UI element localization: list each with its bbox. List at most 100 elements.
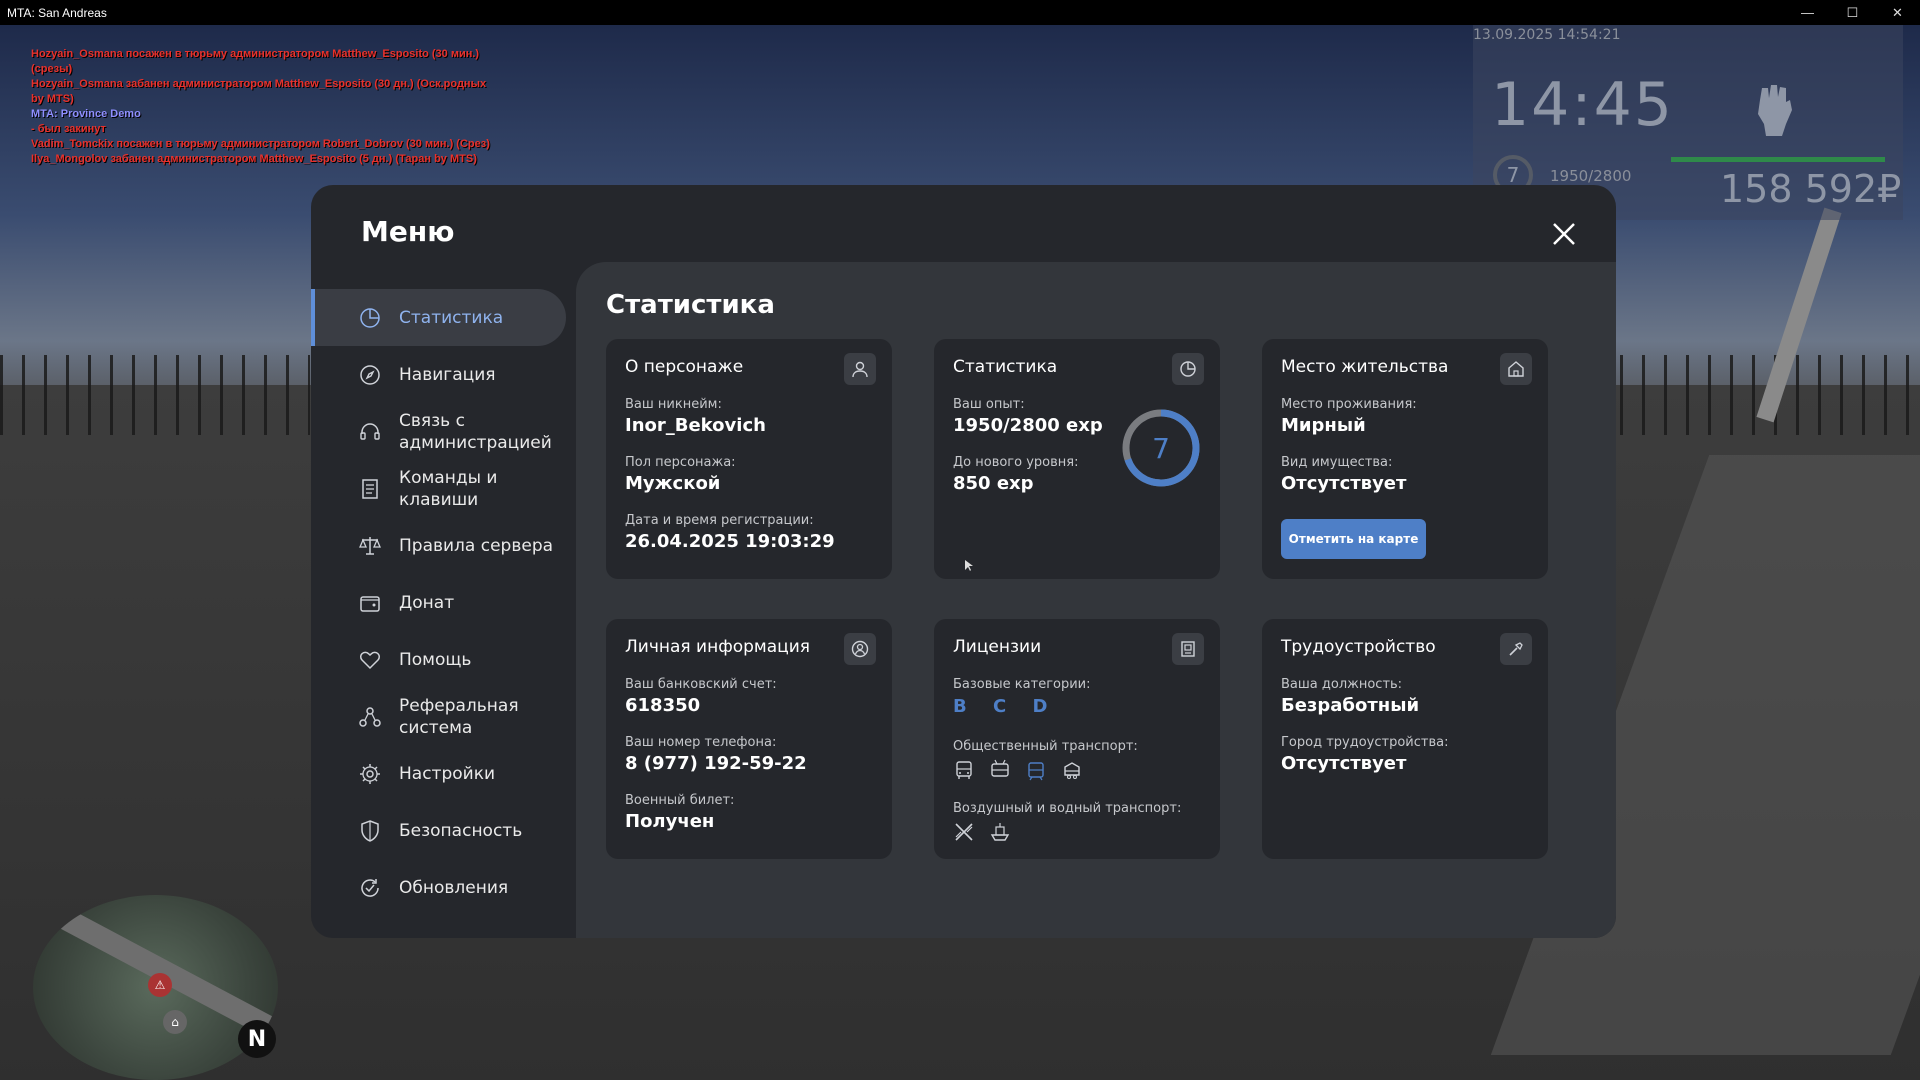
chat-line: - был закинут xyxy=(31,123,106,135)
hud-level: 7 xyxy=(1507,163,1520,187)
gender-value: Мужской xyxy=(625,473,721,494)
next-level-value: 850 exp xyxy=(953,473,1034,494)
sidebar-item-label: Настройки xyxy=(399,763,496,784)
nickname-label: Ваш никнейм: xyxy=(625,397,722,412)
hud-datetime: 13.09.2025 14:54:21 xyxy=(1473,27,1621,43)
chat-line: Hozyain_Osmana забанен администратором M… xyxy=(31,78,487,105)
sidebar-item-label: Команды и клавиши xyxy=(399,467,498,510)
next-level-label: До нового уровня: xyxy=(953,455,1079,470)
character-card-title: О персонаже xyxy=(625,357,744,377)
position-label: Ваша должность: xyxy=(1281,677,1403,692)
document-icon xyxy=(358,477,382,501)
property-label: Вид имущества: xyxy=(1281,455,1393,470)
sidebar-item-label: Помощь xyxy=(399,649,472,670)
fist-icon xyxy=(1758,85,1792,136)
military-value: Получен xyxy=(625,811,715,832)
menu-sidebar: Статистика Навигация Связь с администрацие… xyxy=(311,289,571,916)
heart-hands-icon xyxy=(358,648,382,672)
hud-xp: 1950/2800 xyxy=(1550,167,1632,185)
position-value: Безработный xyxy=(1281,695,1420,716)
phone-value: 8 (977) 192-59-22 xyxy=(625,753,807,774)
job-city-value: Отсутствует xyxy=(1281,753,1407,774)
sidebar-item-heart-hands[interactable]: Помощь xyxy=(311,631,571,688)
minimap: ⚠ ⌂ xyxy=(33,895,278,1080)
base-categories-value: B C D xyxy=(953,696,1058,717)
personal-card-title: Личная информация xyxy=(625,637,811,657)
north-indicator: N xyxy=(238,1020,276,1058)
sidebar-item-label: Статистика xyxy=(399,307,504,328)
bank-value: 618350 xyxy=(625,695,701,716)
place-value: Мирный xyxy=(1281,415,1366,436)
gear-icon xyxy=(358,762,382,786)
public-transport-icons xyxy=(953,759,1083,781)
window-title: MTA: San Andreas xyxy=(7,6,107,20)
personal-info-card: Личная информация Ваш банковский счет: 6… xyxy=(606,619,892,859)
chat-line: Vadim_Tomckix посажен в тюрьму администр… xyxy=(31,138,490,150)
statistics-icon xyxy=(358,306,382,330)
hammer-icon xyxy=(1500,633,1532,665)
mouse-cursor-icon xyxy=(965,560,973,571)
bus-icon xyxy=(953,759,975,781)
taxi-icon xyxy=(1061,759,1083,781)
wallet-icon xyxy=(358,591,382,615)
tram-icon xyxy=(1025,759,1047,781)
home-icon xyxy=(1500,353,1532,385)
sidebar-item-label: Связь с администрацией xyxy=(399,410,552,453)
hud-money: 158 592₽ xyxy=(1720,167,1902,211)
mark-on-map-button[interactable]: Отметить на карте xyxy=(1281,519,1426,559)
shield-icon xyxy=(358,819,382,843)
job-card: Трудоустройство Ваша должность: Безработ… xyxy=(1262,619,1548,859)
sidebar-item-shield[interactable]: Безопасность xyxy=(311,802,571,859)
sidebar-item-gear[interactable]: Настройки xyxy=(311,745,571,802)
hud-clock: 14:45 xyxy=(1491,70,1674,140)
registration-value: 26.04.2025 19:03:29 xyxy=(625,531,835,552)
sidebar-item-document[interactable]: Команды и клавиши xyxy=(311,460,571,517)
profile-icon xyxy=(844,633,876,665)
sidebar-item-scales[interactable]: Правила сервера xyxy=(311,517,571,574)
statistics-content: Статистика О персонаже Ваш никнейм: Inor… xyxy=(576,262,1616,938)
job-card-title: Трудоустройство xyxy=(1281,637,1436,657)
sidebar-item-statistics[interactable]: Статистика xyxy=(311,289,566,346)
scales-icon xyxy=(358,534,382,558)
sidebar-item-wallet[interactable]: Донат xyxy=(311,574,571,631)
xp-label: Ваш опыт: xyxy=(953,397,1025,412)
sidebar-item-update[interactable]: Обновления xyxy=(311,859,571,916)
house-marker-icon: ⌂ xyxy=(163,1010,187,1034)
close-icon[interactable] xyxy=(1548,218,1580,250)
sidebar-item-headset[interactable]: Связь с администрацией xyxy=(311,403,571,460)
bank-label: Ваш банковский счет: xyxy=(625,677,777,692)
menu-panel: Меню Статистика Навигация Связь с админист… xyxy=(311,185,1616,938)
headset-icon xyxy=(358,420,382,444)
registration-label: Дата и время регистрации: xyxy=(625,513,814,528)
level-number: 7 xyxy=(1152,432,1170,465)
map-marker-icon: ⚠ xyxy=(148,973,172,997)
air-water-transport-icons xyxy=(953,821,1011,843)
nickname-value: Inor_Bekovich xyxy=(625,415,766,436)
residence-card: Место жительства Место проживания: Мирны… xyxy=(1262,339,1548,579)
menu-title: Меню xyxy=(361,215,455,248)
maximize-button[interactable]: ☐ xyxy=(1830,0,1875,25)
sidebar-item-label: Навигация xyxy=(399,364,496,385)
fence-left xyxy=(0,355,310,435)
user-icon xyxy=(844,353,876,385)
licenses-card: Лицензии Базовые категории: B C D Общест… xyxy=(934,619,1220,859)
sidebar-item-referral[interactable]: Реферальная система xyxy=(311,688,571,745)
residence-card-title: Место жительства xyxy=(1281,357,1449,377)
military-label: Военный билет: xyxy=(625,793,735,808)
minimize-button[interactable]: — xyxy=(1785,0,1830,25)
sidebar-item-compass[interactable]: Навигация xyxy=(311,346,571,403)
chat-line: MTA: Province Demo xyxy=(31,108,141,120)
compass-icon xyxy=(358,363,382,387)
license-icon xyxy=(1172,633,1204,665)
boat-icon xyxy=(989,821,1011,843)
referral-icon xyxy=(358,705,382,729)
sidebar-item-label: Донат xyxy=(399,592,455,613)
property-value: Отсутствует xyxy=(1281,473,1407,494)
gender-label: Пол персонажа: xyxy=(625,455,736,470)
content-title: Статистика xyxy=(606,290,775,320)
statistics-icon xyxy=(1172,353,1204,385)
phone-label: Ваш номер телефона: xyxy=(625,735,777,750)
place-label: Место проживания: xyxy=(1281,397,1417,412)
window-titlebar: MTA: San Andreas — ☐ ✕ xyxy=(0,0,1920,25)
window-close-button[interactable]: ✕ xyxy=(1875,0,1920,25)
